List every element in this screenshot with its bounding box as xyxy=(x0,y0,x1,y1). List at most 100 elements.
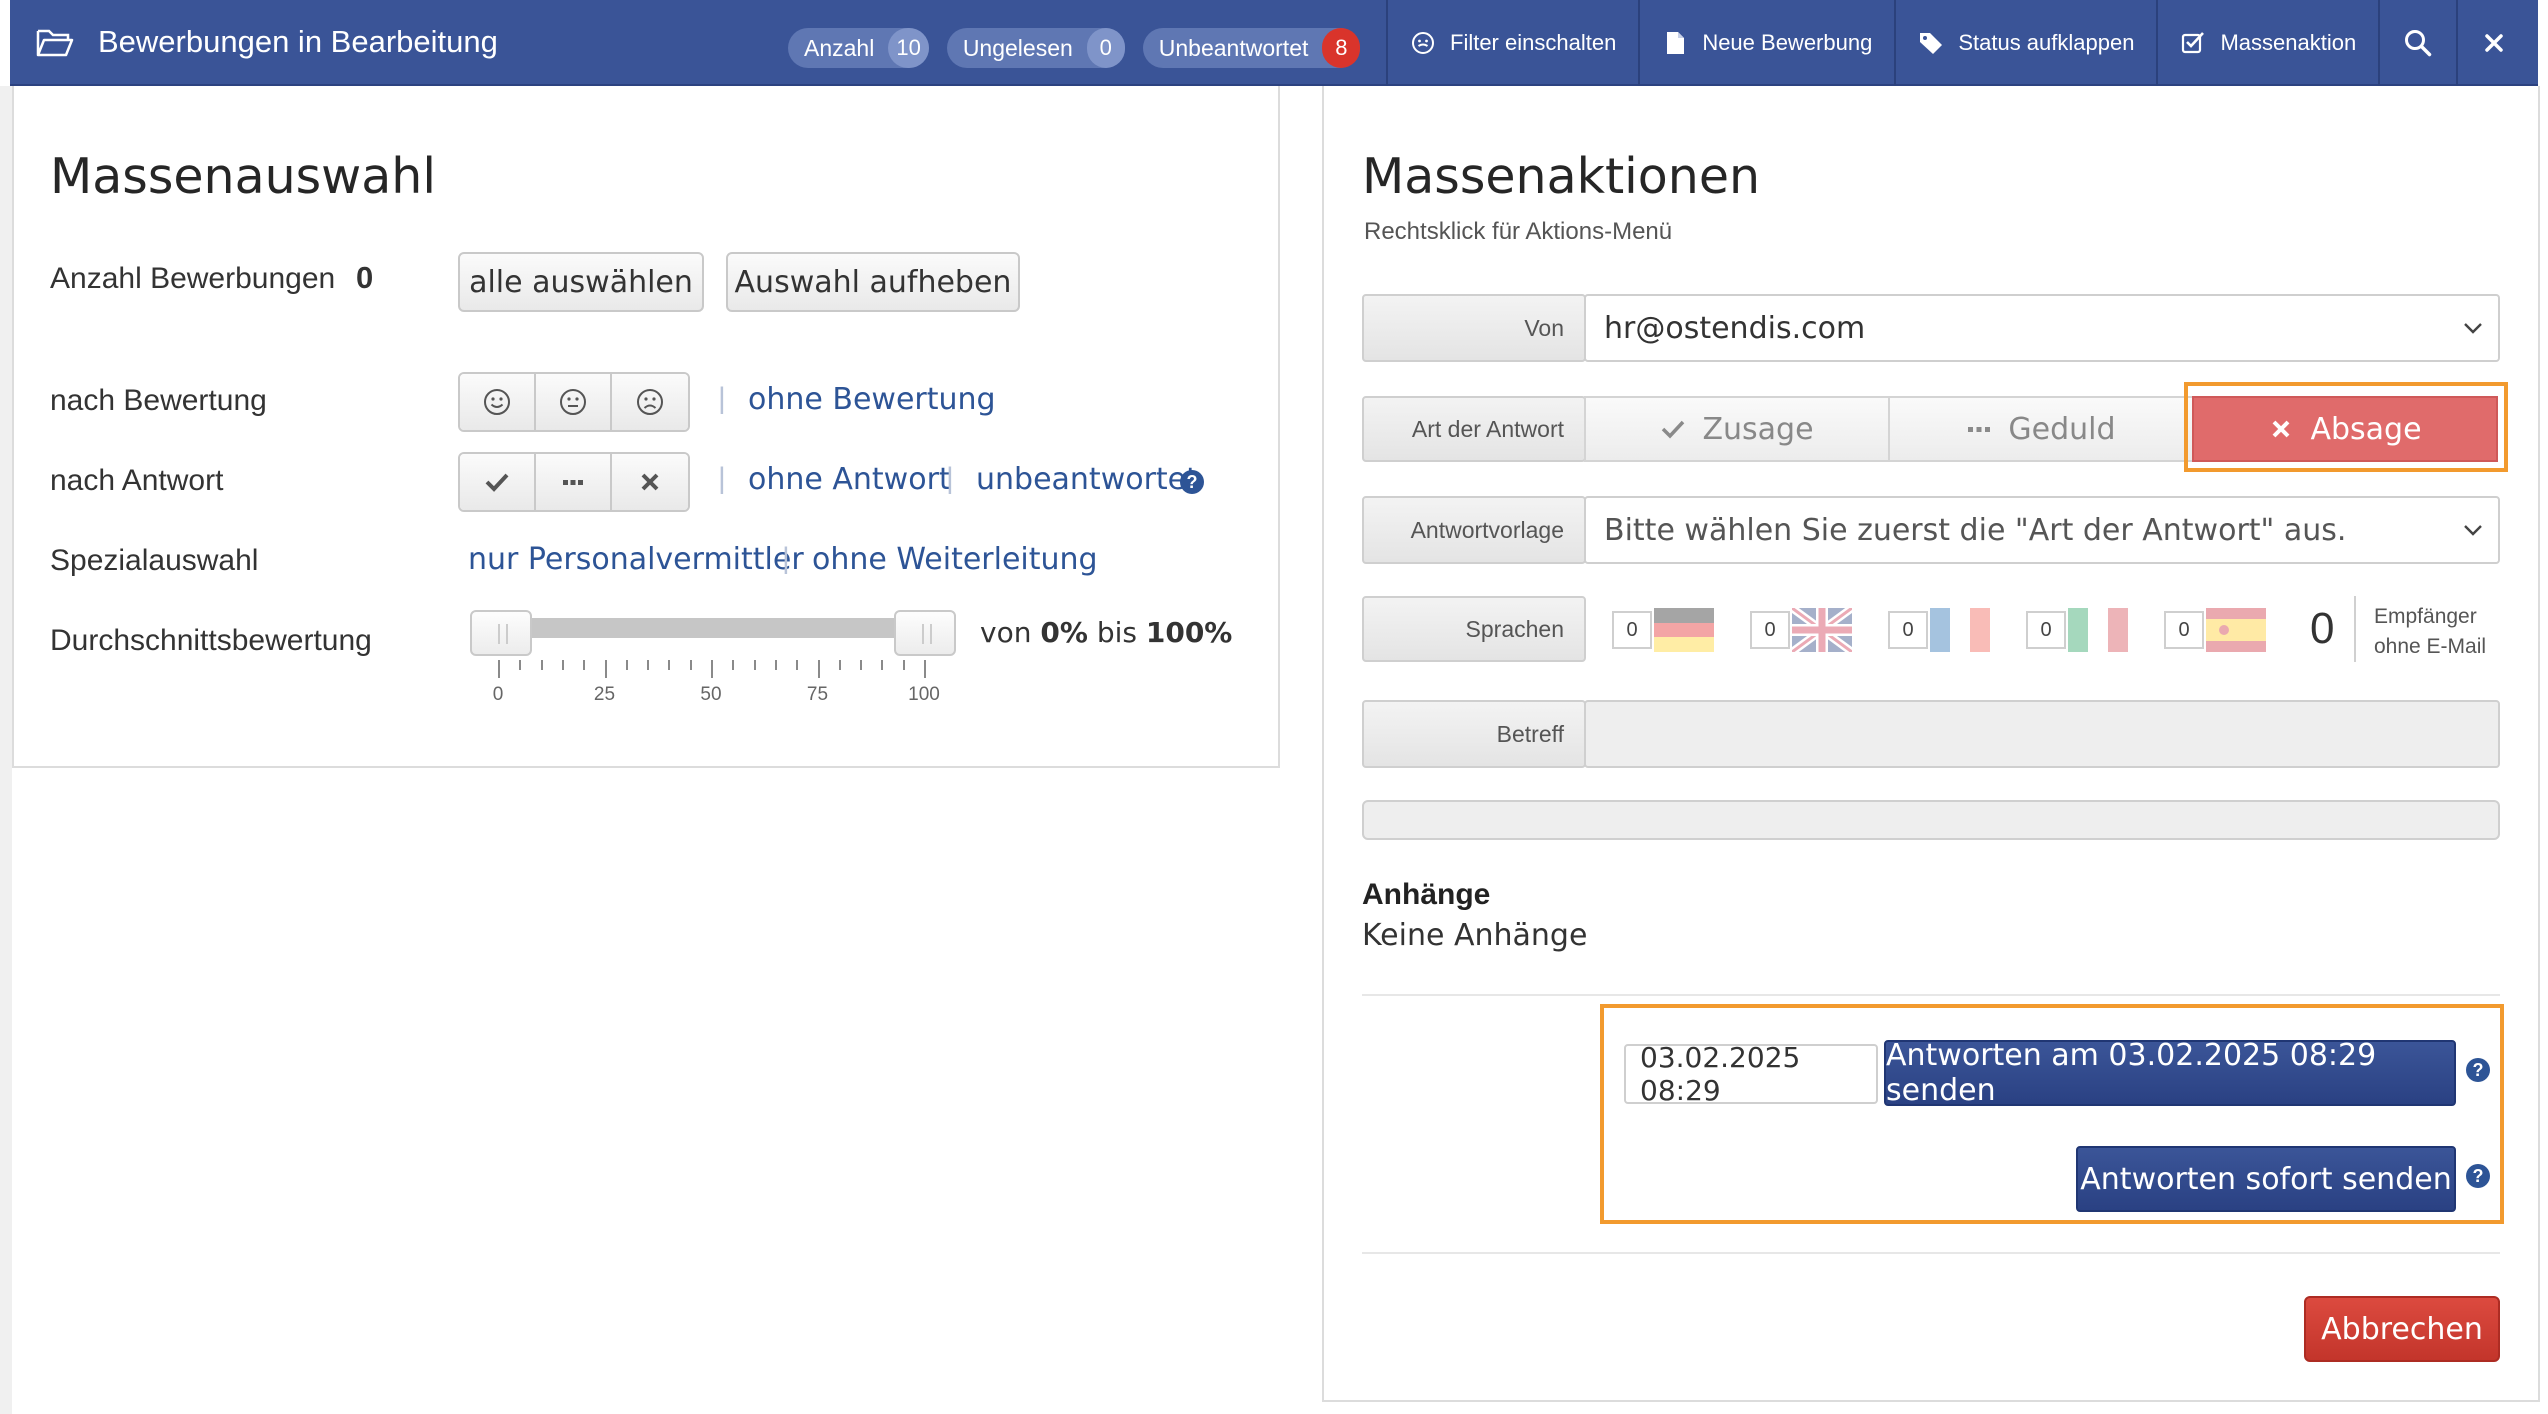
without-answer-link[interactable]: ohne Antwort xyxy=(748,462,951,497)
without-rating-link[interactable]: ohne Bewertung xyxy=(748,382,996,417)
slider-tick xyxy=(753,660,756,670)
subject-label: Betreff xyxy=(1362,700,1586,768)
answer-patience-label: Geduld xyxy=(2008,411,2116,447)
flag-de-icon xyxy=(1654,608,1714,652)
status-expand-button[interactable]: Status aufklappen xyxy=(1894,0,2156,86)
ellipsis-icon xyxy=(563,480,583,485)
slider-tick xyxy=(881,660,884,670)
slider-tick-label: 50 xyxy=(700,684,722,705)
language-de[interactable]: 0 xyxy=(1612,608,1714,652)
attachments-value: Keine Anhänge xyxy=(1362,918,1588,953)
new-application-button[interactable]: Neue Bewerbung xyxy=(1638,0,1894,86)
badge-count-label: Anzahl xyxy=(804,34,875,61)
only-agencies-link[interactable]: nur Personalvermittler xyxy=(468,542,804,577)
badge-unread-value: 0 xyxy=(1086,28,1125,68)
slider-min-handle[interactable] xyxy=(470,610,532,656)
from-select[interactable]: hr@ostendis.com xyxy=(1584,294,2500,362)
by-rating-label: nach Bewertung xyxy=(50,384,267,417)
average-rating-label: Durchschnittsbewertung xyxy=(50,624,372,657)
rating-range-slider[interactable] xyxy=(486,618,914,638)
range-from-value: 0% xyxy=(1040,616,1088,649)
badge-unread-label: Ungelesen xyxy=(962,34,1073,61)
slider-tick xyxy=(561,660,564,670)
mass-action-button[interactable]: Massenaktion xyxy=(2156,0,2378,86)
badge-unanswered-label: Unbeantwortet xyxy=(1158,34,1309,61)
slider-tick xyxy=(924,660,926,678)
top-bar: Bewerbungen in Bearbeitung Anzahl 10 Ung… xyxy=(10,0,2538,86)
range-to-value: 100% xyxy=(1145,616,1233,649)
filter-button[interactable]: Filter einschalten xyxy=(1386,0,1638,86)
slider-tick xyxy=(689,660,692,670)
slider-tick xyxy=(838,660,841,670)
slider-tick xyxy=(732,660,735,670)
slider-ticks xyxy=(498,660,926,684)
slider-tick-label: 100 xyxy=(908,684,940,705)
no-email-label-line1: Empfänger xyxy=(2374,605,2477,628)
check-icon xyxy=(1662,420,1685,439)
separator: | xyxy=(782,542,790,575)
rating-happy-button[interactable] xyxy=(460,374,536,430)
smiley-neutral-icon xyxy=(560,389,586,415)
badge-unanswered[interactable]: Unbeantwortet 8 xyxy=(1142,28,1361,68)
slider-tick xyxy=(540,660,543,670)
languages-label: Sprachen xyxy=(1362,596,1586,662)
message-body-editor[interactable] xyxy=(1362,800,2500,840)
language-en[interactable]: 0 xyxy=(1750,608,1852,652)
slider-tick-label: 25 xyxy=(593,684,616,705)
rating-sad-button[interactable] xyxy=(612,374,688,430)
unanswered-link[interactable]: unbeantwortet xyxy=(976,462,1198,497)
mass-selection-title: Massenauswahl xyxy=(50,148,436,205)
by-answer-label: nach Antwort xyxy=(50,464,224,497)
badge-count[interactable]: Anzahl 10 xyxy=(788,28,929,68)
slider-tick xyxy=(604,660,607,678)
checkbox-checked-icon xyxy=(2182,32,2205,54)
new-application-label: Neue Bewerbung xyxy=(1702,30,1873,55)
deselect-button[interactable]: Auswahl aufheben xyxy=(726,252,1020,312)
chevron-down-icon xyxy=(2464,323,2482,334)
no-email-count: 0 xyxy=(2310,604,2335,653)
x-icon xyxy=(641,473,659,491)
slider-tick xyxy=(902,660,905,670)
close-button[interactable] xyxy=(2456,0,2530,86)
template-select[interactable]: Bitte wählen Sie zuerst die "Art der Ant… xyxy=(1584,496,2500,564)
slider-tick xyxy=(519,660,522,670)
slider-tick xyxy=(625,660,628,670)
ellipsis-icon xyxy=(1968,427,1991,432)
answer-reject-filter-button[interactable] xyxy=(612,454,688,510)
smiley-icon xyxy=(1412,32,1434,54)
answer-patience-button[interactable]: Geduld xyxy=(1888,396,2194,462)
slider-tick-label: 75 xyxy=(806,684,829,705)
no-email-label: Empfänger ohne E-Mail xyxy=(2374,602,2486,662)
badge-unread[interactable]: Ungelesen 0 xyxy=(946,28,1125,68)
without-forwarding-link[interactable]: ohne Weiterleitung xyxy=(812,542,1098,577)
select-all-button[interactable]: alle auswählen xyxy=(458,252,704,312)
language-de-count: 0 xyxy=(1612,611,1652,649)
tag-icon xyxy=(1920,33,1943,54)
subject-input[interactable] xyxy=(1584,700,2500,768)
window-title: Bewerbungen in Bearbeitung xyxy=(36,24,498,60)
language-it-count: 0 xyxy=(2026,611,2066,649)
mass-actions-title: Massenaktionen xyxy=(1362,148,1761,205)
rating-neutral-button[interactable] xyxy=(536,374,612,430)
slider-tick xyxy=(817,660,820,678)
search-icon xyxy=(2405,30,2432,57)
search-button[interactable] xyxy=(2378,0,2456,86)
language-it[interactable]: 0 xyxy=(2026,608,2128,652)
send-options-highlight xyxy=(1600,1004,2504,1224)
answer-accept-label: Zusage xyxy=(1702,411,1814,447)
language-fr[interactable]: 0 xyxy=(1888,608,1990,652)
separator: | xyxy=(718,382,726,415)
slider-tick-label: 0 xyxy=(492,684,504,705)
smiley-happy-icon xyxy=(484,389,510,415)
language-es[interactable]: 0 xyxy=(2164,608,2266,652)
check-icon xyxy=(485,473,509,492)
answer-patience-filter-button[interactable] xyxy=(536,454,612,510)
range-to-label: bis xyxy=(1096,616,1137,649)
cancel-button[interactable]: Abbrechen xyxy=(2304,1296,2500,1362)
slider-tick xyxy=(498,660,500,678)
answer-type-label: Art der Antwort xyxy=(1362,396,1586,462)
slider-max-handle[interactable] xyxy=(894,610,956,656)
answer-accept-filter-button[interactable] xyxy=(460,454,536,510)
answer-accept-button[interactable]: Zusage xyxy=(1584,396,1890,462)
help-icon[interactable]: ? xyxy=(1180,470,1204,494)
